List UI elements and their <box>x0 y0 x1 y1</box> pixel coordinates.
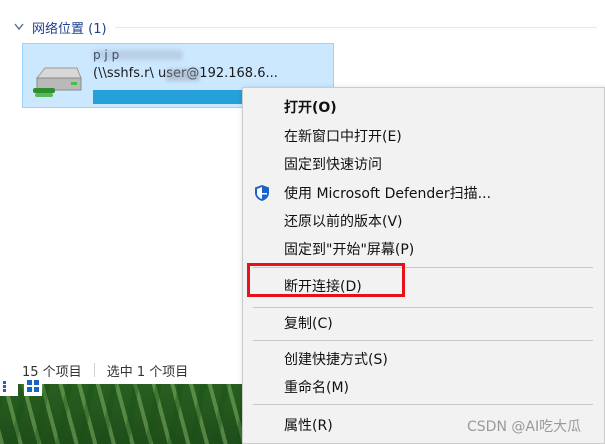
menu-item-label: 创建快捷方式(S) <box>284 352 388 368</box>
menu-item-label: 还原以前的版本(V) <box>284 214 403 230</box>
defender-shield-icon <box>253 184 271 202</box>
watermark: CSDN @AI吃大瓜 <box>467 419 582 435</box>
menu-item-defender-scan[interactable]: 使用 Microsoft Defender扫描... <box>243 180 604 206</box>
tiles-view-icon[interactable] <box>24 376 42 396</box>
menu-item-open-new-window[interactable]: 在新窗口中打开(E) <box>243 123 604 149</box>
network-drive-icon <box>31 64 85 100</box>
chevron-down-icon[interactable] <box>12 20 26 34</box>
drive-space-bar <box>93 90 263 104</box>
status-divider <box>93 363 95 377</box>
menu-item-pin-start[interactable]: 固定到"开始"屏幕(P) <box>243 236 604 262</box>
menu-item-pin-quick-access[interactable]: 固定到快速访问 <box>243 151 604 177</box>
menu-item-label: 打开(O) <box>284 100 337 116</box>
status-selected-count: 选中 1 个项目 <box>106 364 189 380</box>
menu-item-label: 固定到"开始"屏幕(P) <box>284 242 415 258</box>
menu-item-restore-versions[interactable]: 还原以前的版本(V) <box>243 208 604 234</box>
menu-separator <box>253 404 593 405</box>
context-menu: 打开(O) 在新窗口中打开(E) 固定到快速访问 使用 Microsoft De… <box>242 87 605 444</box>
red-highlight-annotation <box>247 263 405 297</box>
menu-item-rename[interactable]: 重命名(M) <box>243 374 604 400</box>
menu-separator <box>253 340 593 341</box>
menu-item-label: 在新窗口中打开(E) <box>284 129 402 145</box>
menu-item-open[interactable]: 打开(O) <box>243 94 604 120</box>
drive-name: p j p <box>93 48 120 62</box>
previous-row-fragment <box>95 0 260 6</box>
group-header-label: 网络位置 (1) <box>32 21 107 37</box>
menu-item-copy[interactable]: 复制(C) <box>243 310 604 336</box>
details-view-icon[interactable] <box>0 376 18 396</box>
menu-item-label: 固定到快速访问 <box>284 157 382 173</box>
menu-item-create-shortcut[interactable]: 创建快捷方式(S) <box>243 346 604 372</box>
menu-item-label: 重命名(M) <box>284 380 350 396</box>
group-divider <box>114 26 597 28</box>
redacted-path-blur <box>166 69 200 81</box>
menu-item-label: 使用 Microsoft Defender扫描... <box>284 186 492 202</box>
status-bar: 15 个项目 选中 1 个项目 <box>22 361 189 380</box>
previous-row-fragment <box>410 0 580 6</box>
menu-item-label: 属性(R) <box>284 418 333 434</box>
menu-item-label: 复制(C) <box>284 316 333 332</box>
menu-separator <box>253 307 593 308</box>
group-header-network-locations[interactable]: 网络位置 (1) <box>12 17 597 37</box>
view-switcher <box>0 376 42 398</box>
drive-path: (\\sshfs.r\ user@192.168.6... <box>93 66 278 81</box>
